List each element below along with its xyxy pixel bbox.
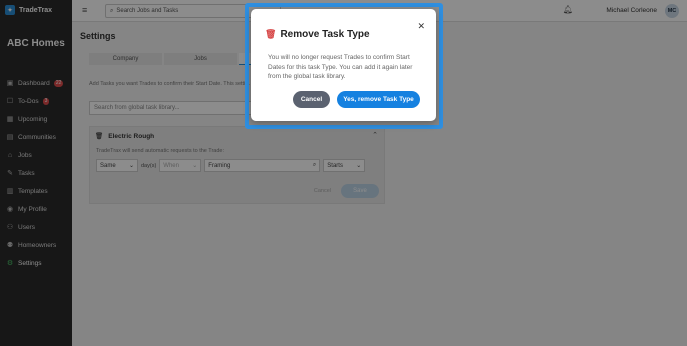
close-icon[interactable]: ✕ <box>417 21 425 32</box>
modal-body: You will no longer request Trades to con… <box>268 54 413 80</box>
remove-task-type-modal: 🗑︎ Remove Task Type ✕ You will no longer… <box>251 9 436 121</box>
cancel-button[interactable]: Cancel <box>293 91 330 108</box>
modal-header: 🗑︎ Remove Task Type <box>265 29 370 40</box>
trash-icon: 🗑︎ <box>265 29 277 39</box>
modal-title: Remove Task Type <box>280 29 370 40</box>
confirm-remove-button[interactable]: Yes, remove Task Type <box>337 91 420 108</box>
